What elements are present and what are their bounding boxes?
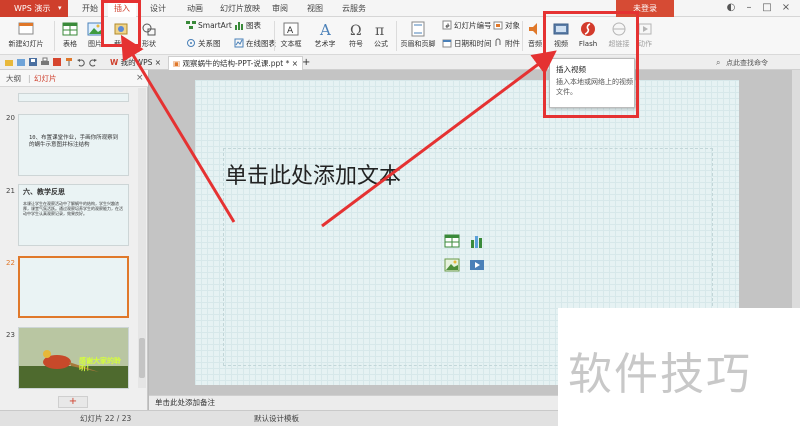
watermark: 软件技巧 — [558, 308, 800, 426]
arrow-to-video-button — [321, 50, 557, 228]
watermark-text: 软件技巧 — [568, 349, 752, 400]
arrow-to-insert-tab — [120, 34, 236, 223]
